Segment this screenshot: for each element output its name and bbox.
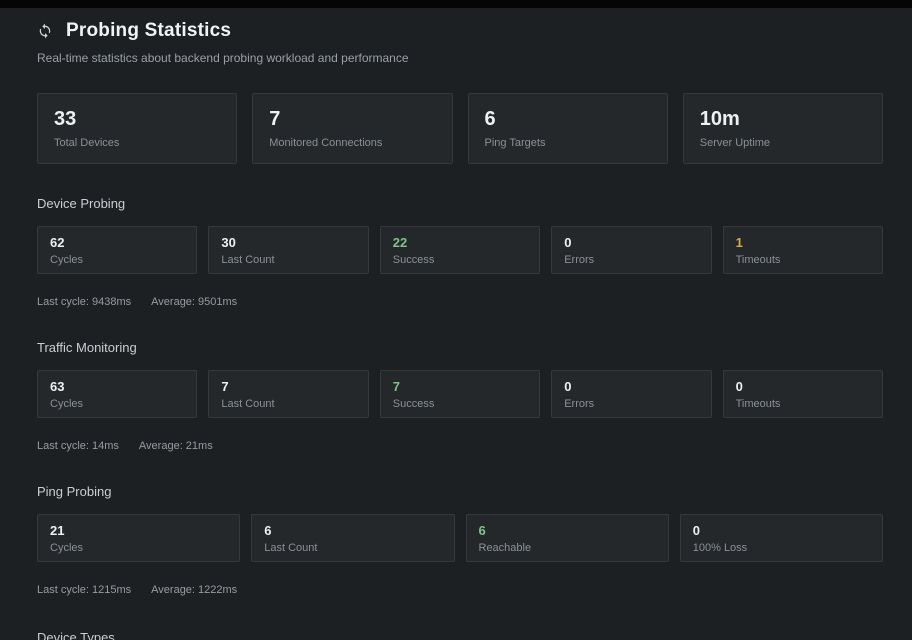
stat-label: Last Count [221, 398, 355, 410]
traffic-monitoring-meta: Last cycle: 14ms Average: 21ms [37, 440, 883, 452]
ping-probing-card-grid: 21 Cycles 6 Last Count 6 Reachable 0 100… [37, 514, 883, 562]
stat-label: Errors [564, 254, 698, 266]
stat-value: 33 [54, 107, 220, 131]
summary-card-grid: 33 Total Devices 7 Monitored Connections… [37, 93, 883, 164]
device-probing-meta: Last cycle: 9438ms Average: 9501ms [37, 296, 883, 308]
stat-value: 22 [393, 235, 527, 251]
stat-label: Total Devices [54, 137, 220, 149]
stat-label: Success [393, 254, 527, 266]
stat-card-success: 7 Success [380, 370, 540, 418]
stat-card-last-count: 7 Last Count [208, 370, 368, 418]
stat-card-cycles: 21 Cycles [37, 514, 240, 562]
ping-probing-meta: Last cycle: 1215ms Average: 1222ms [37, 584, 883, 596]
top-bar [0, 0, 912, 8]
stat-label: Last Count [221, 254, 355, 266]
page-title: Probing Statistics [66, 20, 231, 42]
stat-value: 30 [221, 235, 355, 251]
stat-value: 0 [564, 379, 698, 395]
summary-card-server-uptime: 10m Server Uptime [683, 93, 883, 164]
stat-card-cycles: 62 Cycles [37, 226, 197, 274]
summary-card-ping-targets: 6 Ping Targets [468, 93, 668, 164]
stat-card-cycles: 63 Cycles [37, 370, 197, 418]
stat-value: 7 [269, 107, 435, 131]
stat-card-errors: 0 Errors [551, 226, 711, 274]
stat-label: Cycles [50, 398, 184, 410]
stat-card-timeouts: 0 Timeouts [723, 370, 883, 418]
stat-card-last-count: 30 Last Count [208, 226, 368, 274]
stat-value: 0 [693, 523, 870, 539]
average-text: Average: 9501ms [151, 296, 237, 308]
stat-value: 1 [736, 235, 870, 251]
stat-card-loss: 0 100% Loss [680, 514, 883, 562]
stat-value: 63 [50, 379, 184, 395]
stat-value: 7 [393, 379, 527, 395]
stat-value: 62 [50, 235, 184, 251]
stat-card-last-count: 6 Last Count [251, 514, 454, 562]
stat-value: 6 [264, 523, 441, 539]
stat-label: Success [393, 398, 527, 410]
section-title-device-types: Device Types [37, 630, 883, 640]
summary-card-monitored-connections: 7 Monitored Connections [252, 93, 452, 164]
stat-card-success: 22 Success [380, 226, 540, 274]
section-title-device-probing: Device Probing [37, 196, 883, 211]
stat-value: 0 [564, 235, 698, 251]
summary-card-total-devices: 33 Total Devices [37, 93, 237, 164]
probing-statistics-page: Probing Statistics Real-time statistics … [0, 8, 912, 640]
traffic-monitoring-card-grid: 63 Cycles 7 Last Count 7 Success 0 Error… [37, 370, 883, 418]
stat-label: Last Count [264, 542, 441, 554]
stat-value: 21 [50, 523, 227, 539]
stat-value: 6 [485, 107, 651, 131]
last-cycle-text: Last cycle: 14ms [37, 440, 119, 452]
stat-label: Cycles [50, 254, 184, 266]
page-subtitle: Real-time statistics about backend probi… [37, 51, 883, 65]
stat-label: Monitored Connections [269, 137, 435, 149]
stat-value: 6 [479, 523, 656, 539]
average-text: Average: 1222ms [151, 584, 237, 596]
sync-icon[interactable] [37, 23, 53, 39]
stat-label: Timeouts [736, 398, 870, 410]
section-title-traffic-monitoring: Traffic Monitoring [37, 340, 883, 355]
stat-value: 10m [700, 107, 866, 131]
stat-label: 100% Loss [693, 542, 870, 554]
stat-card-reachable: 6 Reachable [466, 514, 669, 562]
last-cycle-text: Last cycle: 9438ms [37, 296, 131, 308]
last-cycle-text: Last cycle: 1215ms [37, 584, 131, 596]
device-probing-card-grid: 62 Cycles 30 Last Count 22 Success 0 Err… [37, 226, 883, 274]
stat-value: 0 [736, 379, 870, 395]
stat-label: Ping Targets [485, 137, 651, 149]
stat-card-timeouts: 1 Timeouts [723, 226, 883, 274]
stat-label: Timeouts [736, 254, 870, 266]
stat-label: Server Uptime [700, 137, 866, 149]
stat-label: Reachable [479, 542, 656, 554]
section-title-ping-probing: Ping Probing [37, 484, 883, 499]
page-header: Probing Statistics [37, 20, 883, 42]
average-text: Average: 21ms [139, 440, 213, 452]
stat-card-errors: 0 Errors [551, 370, 711, 418]
stat-label: Errors [564, 398, 698, 410]
stat-value: 7 [221, 379, 355, 395]
stat-label: Cycles [50, 542, 227, 554]
